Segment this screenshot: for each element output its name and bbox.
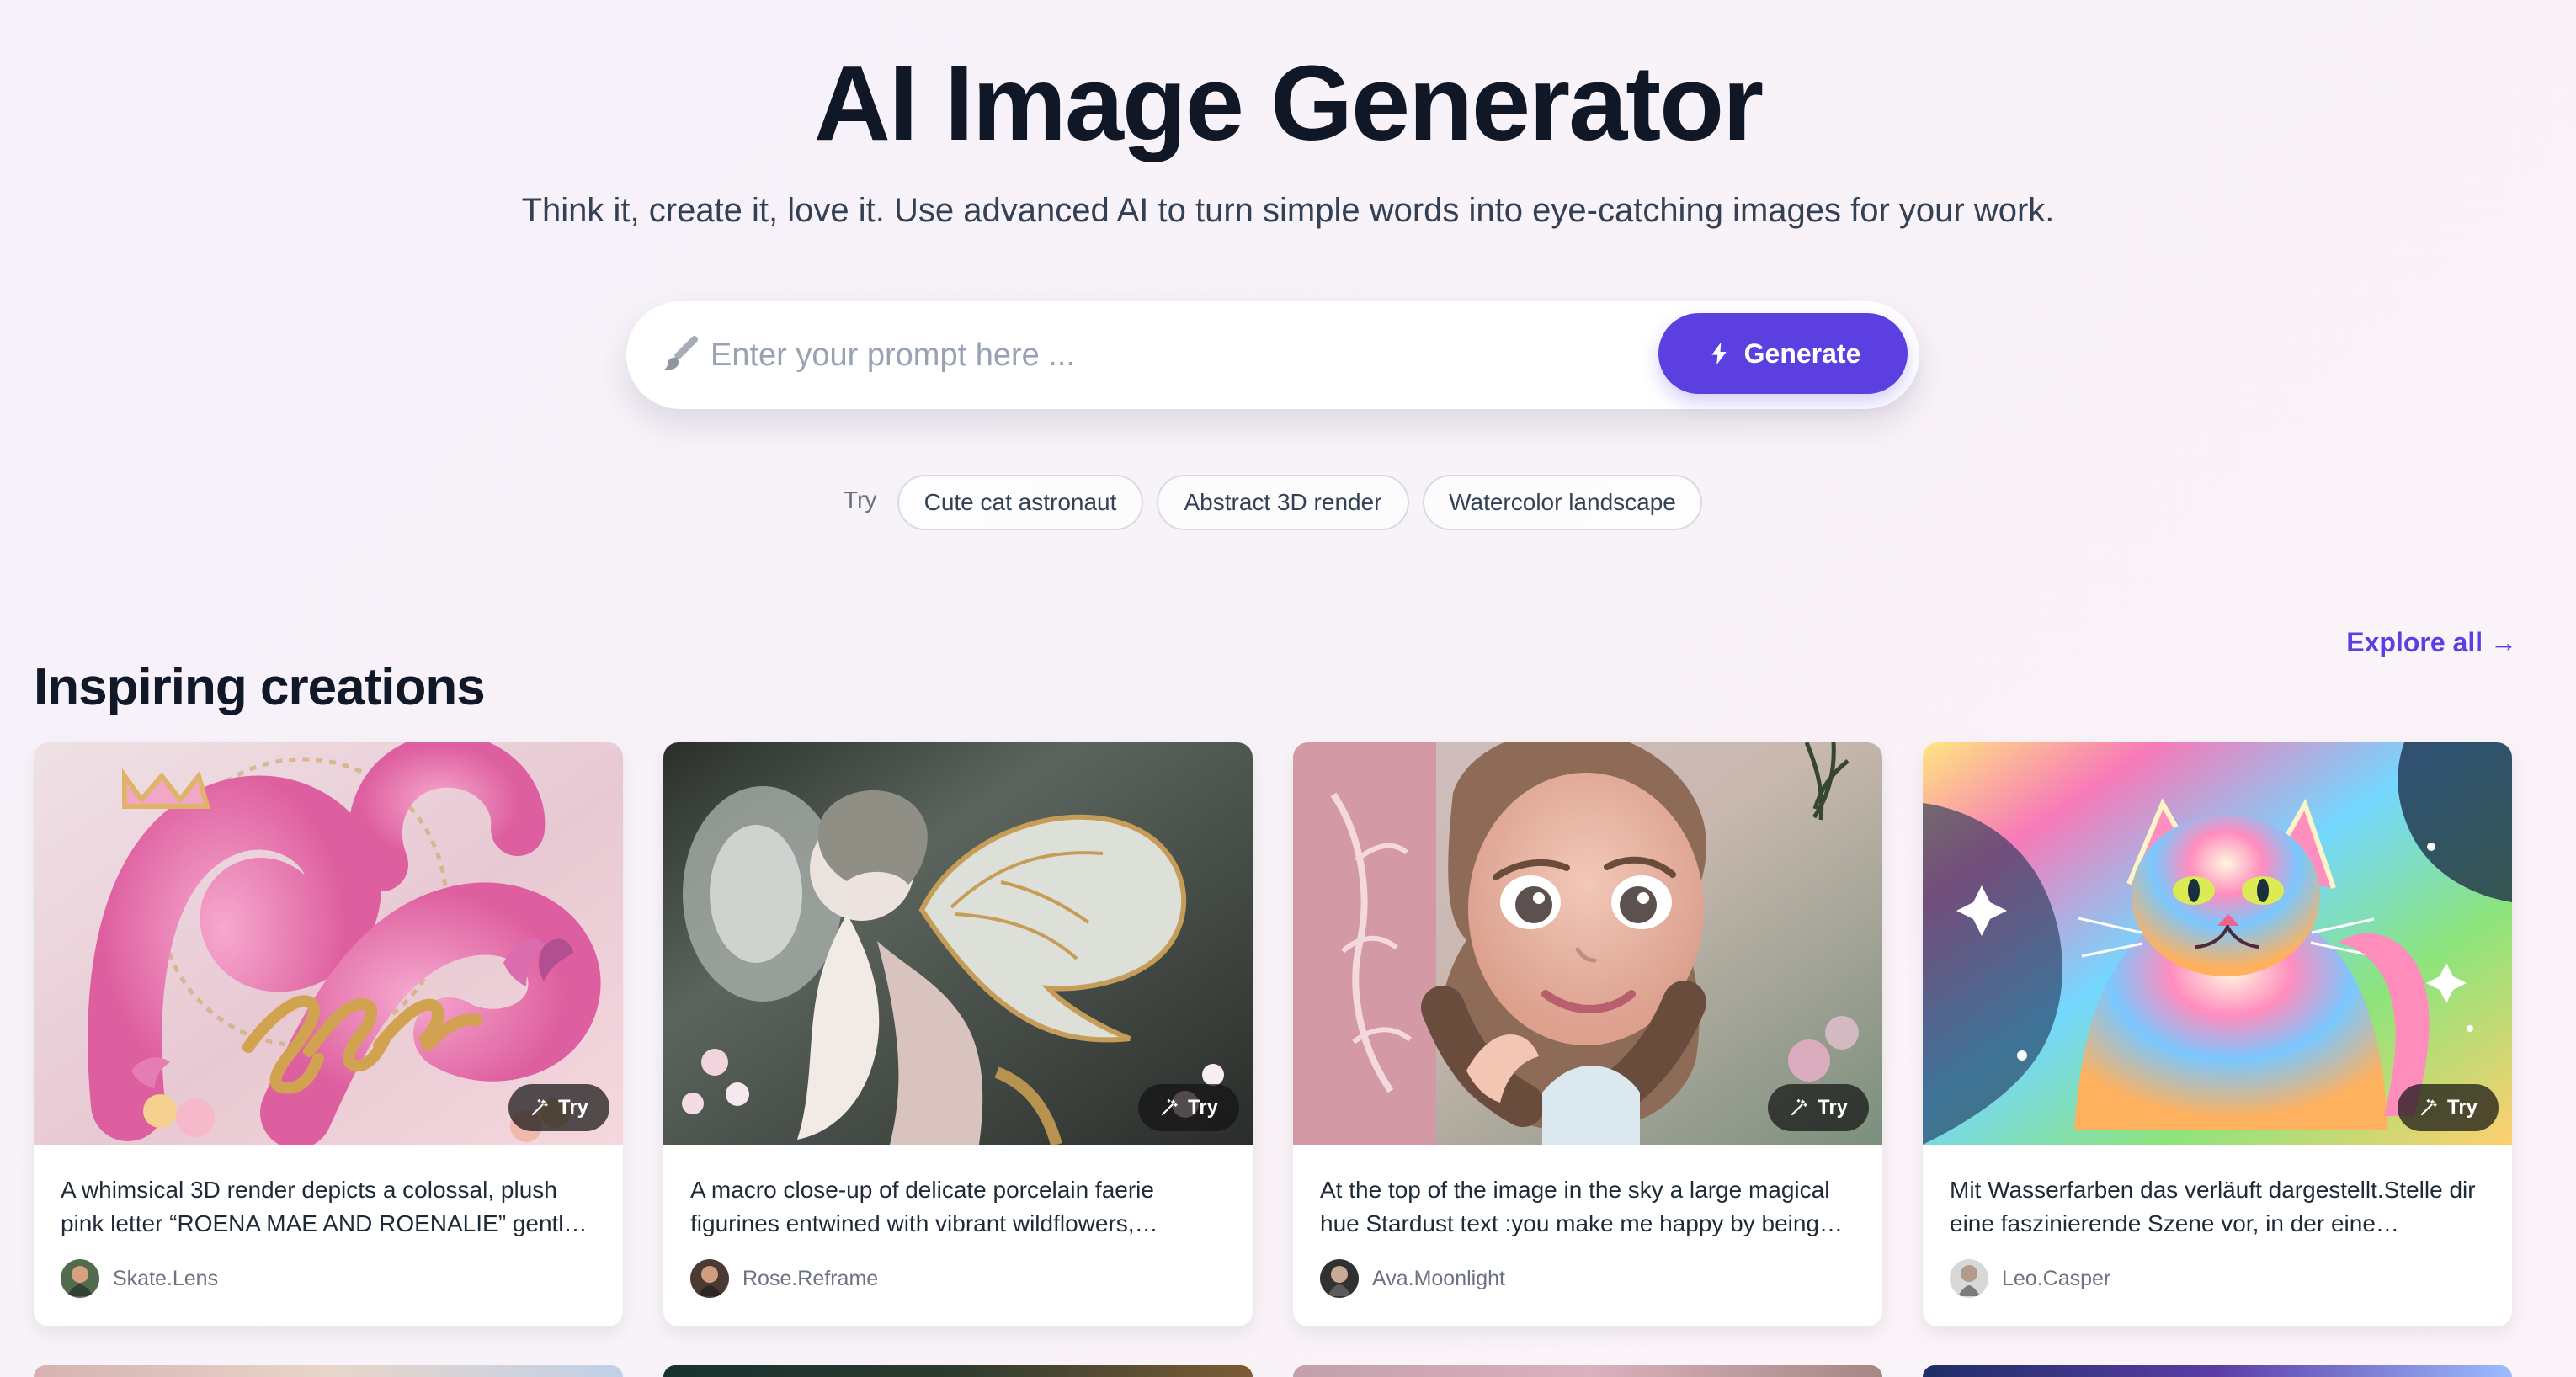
- try-label: Try: [1187, 1096, 1219, 1119]
- username: Rose.Reframe: [742, 1267, 879, 1290]
- suggestion-chip-cute-cat-astronaut[interactable]: Cute cat astronaut: [897, 475, 1143, 530]
- page-title: AI Image Generator: [813, 44, 1764, 162]
- avatar: [1950, 1259, 1988, 1298]
- explore-all-link[interactable]: Explore all →: [2346, 624, 2517, 661]
- card-user[interactable]: Rose.Reframe: [690, 1259, 878, 1298]
- explore-all-label: Explore all →: [2346, 627, 2517, 657]
- card-user[interactable]: Ava.Moonlight: [1320, 1259, 1505, 1298]
- wand-icon: [1789, 1098, 1809, 1118]
- suggestion-chip-watercolor-landscape[interactable]: Watercolor landscape: [1423, 475, 1702, 530]
- suggestion-label: Try: [844, 486, 877, 513]
- card-body: At the top of the image in the sky a lar…: [1293, 1145, 1882, 1326]
- page-subtitle: Think it, create it, love it. Use advanc…: [521, 192, 2055, 229]
- card-body: Mit Wasserfarben das verläuft dargestell…: [1923, 1145, 2512, 1326]
- next-card-preview: [1923, 1365, 2512, 1377]
- creation-thumbnail[interactable]: Try: [663, 742, 1253, 1145]
- wand-icon: [1159, 1098, 1179, 1118]
- creation-card[interactable]: Try Mit Wasserfarben das verläuft darges…: [1923, 742, 2512, 1326]
- try-button[interactable]: Try: [1138, 1084, 1239, 1131]
- section-title: Inspiring creations: [34, 658, 486, 717]
- creation-card[interactable]: Try At the top of the image in the sky a…: [1293, 742, 1882, 1326]
- prompt-bar: Generate: [626, 301, 1919, 409]
- username: Ava.Moonlight: [1372, 1267, 1505, 1290]
- try-label: Try: [557, 1096, 589, 1119]
- avatar: [690, 1259, 729, 1298]
- try-button[interactable]: Try: [1768, 1084, 1869, 1131]
- card-user[interactable]: Skate.Lens: [61, 1259, 218, 1298]
- creation-thumbnail[interactable]: Try: [1293, 742, 1882, 1145]
- wand-icon: [530, 1098, 550, 1118]
- bolt-icon: [1706, 340, 1732, 367]
- hero-section: AI Image Generator Think it, create it, …: [0, 0, 2576, 556]
- card-body: A whimsical 3D render depicts a colossal…: [34, 1145, 623, 1326]
- next-card-preview: [34, 1365, 623, 1377]
- suggestion-chip-abstract-3d-render[interactable]: Abstract 3D render: [1157, 475, 1409, 530]
- avatar: [1320, 1259, 1359, 1298]
- creations-grid: Try A whimsical 3D render depicts a colo…: [34, 742, 2512, 1332]
- inspiring-creations-header: Inspiring creations Explore all →: [34, 609, 2517, 716]
- next-card-row-preview: [34, 1365, 2512, 1377]
- try-label: Try: [1817, 1096, 1849, 1119]
- suggestion-row: Try Cute cat astronaut Abstract 3D rende…: [0, 475, 2576, 535]
- try-button[interactable]: Try: [2398, 1084, 2499, 1131]
- card-description: A whimsical 3D render depicts a colossal…: [61, 1177, 588, 1236]
- try-label: Try: [2446, 1096, 2478, 1119]
- creation-card[interactable]: Try A macro close-up of delicate porcela…: [663, 742, 1253, 1326]
- card-description: At the top of the image in the sky a lar…: [1320, 1177, 1844, 1236]
- card-user[interactable]: Leo.Casper: [1950, 1259, 2110, 1298]
- brush-icon: [658, 332, 704, 377]
- wand-icon: [2419, 1098, 2439, 1118]
- prompt-input[interactable]: [711, 323, 1418, 387]
- generate-label: Generate: [1743, 338, 1861, 369]
- username: Skate.Lens: [113, 1267, 219, 1290]
- card-body: A macro close-up of delicate porcelain f…: [663, 1145, 1253, 1326]
- creation-thumbnail[interactable]: Try: [34, 742, 623, 1145]
- avatar: [61, 1259, 99, 1298]
- next-card-preview: [1293, 1365, 1882, 1377]
- creation-card[interactable]: Try A whimsical 3D render depicts a colo…: [34, 742, 623, 1326]
- generate-button[interactable]: Generate: [1658, 313, 1908, 394]
- creation-thumbnail[interactable]: Try: [1923, 742, 2512, 1145]
- card-description: Mit Wasserfarben das verläuft dargestell…: [1950, 1177, 2476, 1236]
- username: Leo.Casper: [2002, 1267, 2111, 1290]
- next-card-preview: [663, 1365, 1253, 1377]
- card-description: A macro close-up of delicate porcelain f…: [690, 1177, 1158, 1236]
- try-button[interactable]: Try: [508, 1084, 609, 1131]
